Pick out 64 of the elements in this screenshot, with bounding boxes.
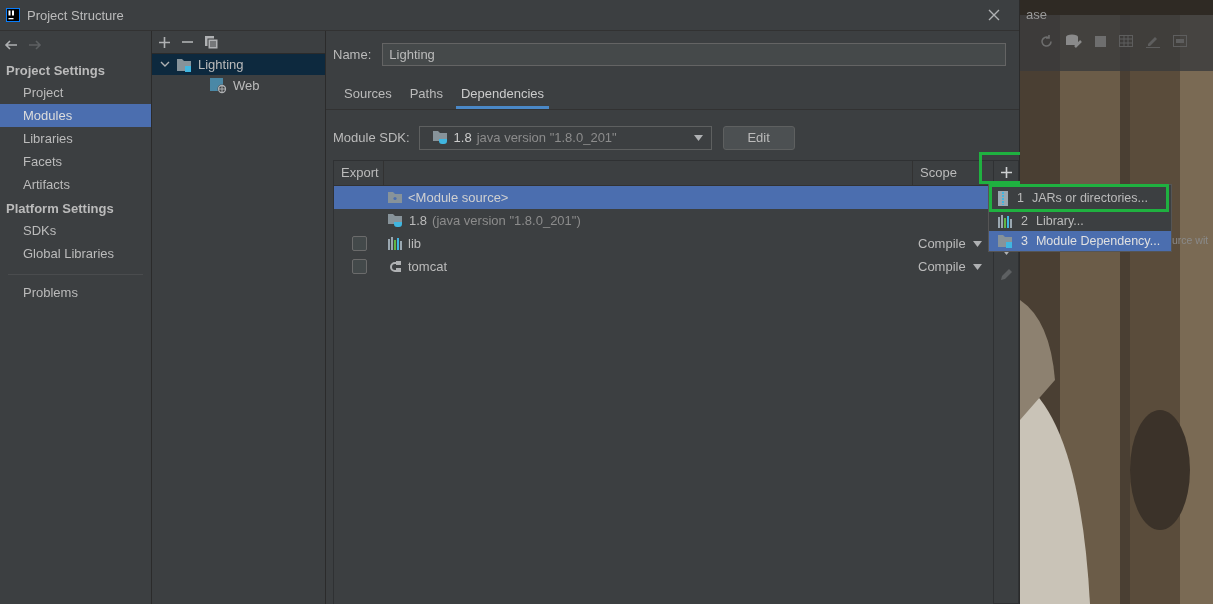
nav-item[interactable]: Project [0,81,151,104]
section-heading: Platform Settings [5,200,115,218]
window-title: Project Structure [27,7,125,23]
add-icon[interactable] [1000,167,1012,178]
sdk-dropdown[interactable]: 1.8 java version "1.8.0_201" [418,125,712,150]
archive-icon [997,190,1009,206]
app-logo-icon [6,8,20,22]
nav-item[interactable]: Facets [0,150,151,173]
caret-icon[interactable] [972,240,982,247]
column-header: Export [334,161,384,185]
dependency-row[interactable]: tomcat Compile [334,255,993,278]
console-icon[interactable] [1173,35,1187,47]
dependency-name: <Module source> [408,190,509,205]
refresh-icon[interactable] [1040,34,1053,48]
section-heading: Project Settings [5,62,106,80]
forward-arrow-icon[interactable] [28,39,42,50]
folder-icon [387,191,403,204]
copy-icon[interactable] [205,35,218,49]
tab[interactable]: Paths [404,84,448,106]
tree-label: Lighting [198,57,244,72]
library-icon [387,237,403,250]
nav-item[interactable]: Global Libraries [0,242,151,265]
caret-icon[interactable] [972,263,982,270]
dependency-name: tomcat [408,259,447,274]
pencil-icon[interactable] [999,268,1013,281]
export-checkbox[interactable] [351,236,367,251]
dependency-name: 1.8 [409,213,428,228]
folder-cup-icon [387,213,404,228]
nav-item[interactable]: Artifacts [0,173,151,196]
nav-item[interactable]: Problems [0,281,151,304]
tab[interactable]: Sources [339,84,397,106]
nav-item[interactable]: Modules [0,104,151,127]
database-wrench-icon[interactable] [1066,34,1082,48]
dependency-name: lib [408,236,421,251]
back-arrow-icon[interactable] [4,39,18,50]
name-field[interactable]: Lighting [382,43,1006,66]
tree-row[interactable]: Web [152,75,325,96]
library-icon [997,214,1013,228]
pencil-icon[interactable] [1146,34,1160,48]
folder-cup-icon [431,130,449,145]
field-label: Module SDK: [333,130,410,145]
nav-item[interactable]: Libraries [0,127,151,150]
module-folder-icon [997,234,1013,248]
nav-item[interactable]: SDKs [0,219,151,242]
module-folder-icon [176,57,192,72]
scope-dropdown[interactable]: Compile [913,259,993,274]
add-icon[interactable] [159,36,170,48]
dependency-detail: (java version "1.8.0_201") [432,213,581,228]
caret-icon [693,134,703,141]
close-icon[interactable] [988,9,1000,21]
stop-icon[interactable] [1095,35,1106,47]
plug-icon [387,259,403,274]
edit-button[interactable]: Edit [722,125,795,150]
field-label: Name: [333,47,372,62]
menu-item[interactable]: 3 Module Dependency... [989,231,1171,251]
column-header: Scope [919,164,958,182]
export-checkbox[interactable] [351,259,367,274]
panel-title: ase [1026,7,1047,22]
chevron-icon[interactable] [160,61,170,68]
table-icon[interactable] [1119,35,1133,47]
tab[interactable]: Dependencies [455,84,550,109]
tree-label: Web [233,78,260,93]
web-icon [210,77,227,94]
tree-row[interactable]: Lighting [152,54,325,75]
